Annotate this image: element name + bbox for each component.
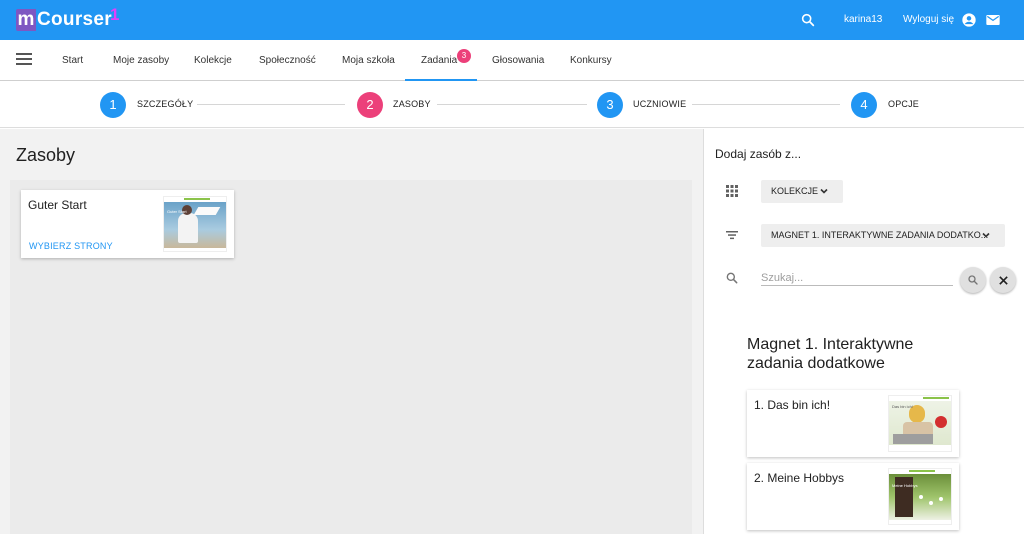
- add-resource-pane: Dodaj zasób z... KOLEKCJE MAGNET 1. INTE…: [703, 129, 1024, 534]
- collection-item-card[interactable]: 2. Meine Hobbys Meine Hobbys: [747, 463, 959, 530]
- collection-title: Magnet 1. Interaktywne zadania dodatkowe: [747, 336, 914, 372]
- logout-link[interactable]: Wyloguj się: [903, 14, 954, 25]
- nav-item-moja-szkola[interactable]: Moja szkoła: [342, 40, 395, 81]
- step-2-label[interactable]: ZASOBY: [393, 99, 431, 109]
- app-logo[interactable]: m Courser 1: [16, 5, 119, 31]
- step-3-label[interactable]: UCZNIOWIE: [633, 99, 686, 109]
- collection-item-title: 2. Meine Hobbys: [754, 471, 845, 485]
- zadania-count-badge: 3: [457, 49, 471, 63]
- search-icon: [968, 275, 978, 285]
- collection-item-card[interactable]: 1. Das bin ich! Das bin ich!: [747, 390, 959, 457]
- top-app-bar: m Courser 1 karina13 Wyloguj się: [0, 0, 1024, 40]
- assignment-stepper: 1 SZCZEGÓŁY 2 ZASOBY 3 UCZNIOWIE 4 OPCJE: [0, 82, 1024, 128]
- resource-card-title: Guter Start: [28, 198, 87, 212]
- mail-icon[interactable]: [983, 10, 1003, 30]
- resource-thumbnail: Guter Start: [163, 196, 227, 252]
- thumbnail-caption: Meine Hobbys: [892, 483, 918, 488]
- search-icon[interactable]: [798, 10, 818, 30]
- chevron-down-icon: [820, 188, 828, 194]
- nav-item-zadania-label: Zadania: [421, 55, 458, 66]
- add-resource-heading: Dodaj zasób z...: [715, 147, 802, 161]
- nav-item-kolekcje[interactable]: Kolekcje: [194, 40, 232, 81]
- search-icon: [725, 271, 741, 287]
- resource-card[interactable]: Guter Start WYBIERZ STRONY Guter Start: [21, 190, 234, 258]
- nav-item-glosowania[interactable]: Głosowania: [492, 40, 544, 81]
- resource-search-input[interactable]: [761, 270, 953, 286]
- account-circle-icon[interactable]: [959, 10, 979, 30]
- step-4-label[interactable]: OPCJE: [888, 99, 919, 109]
- step-4-circle[interactable]: 4: [851, 92, 877, 118]
- step-3-circle[interactable]: 3: [597, 92, 623, 118]
- main-navigation: Start Moje zasoby Kolekcje Społeczność M…: [0, 40, 1024, 81]
- step-2-circle[interactable]: 2: [357, 92, 383, 118]
- nav-item-moje-zasoby[interactable]: Moje zasoby: [113, 40, 169, 81]
- collection-item-thumbnail: Das bin ich!: [888, 395, 952, 452]
- step-1-circle[interactable]: 1: [100, 92, 126, 118]
- source-dropdown[interactable]: KOLEKCJE: [761, 180, 843, 203]
- page-title: Zasoby: [16, 145, 76, 165]
- source-dropdown-value: KOLEKCJE: [771, 186, 819, 196]
- logo-name: Courser: [37, 9, 112, 30]
- logo-letter: m: [16, 9, 36, 31]
- collection-item-title: 1. Das bin ich!: [754, 398, 831, 412]
- close-icon: [998, 275, 1008, 285]
- resources-pane: Zasoby Guter Start WYBIERZ STRONY Guter …: [0, 129, 703, 534]
- search-underline: [761, 285, 953, 286]
- clear-search-button[interactable]: [990, 267, 1016, 293]
- nav-item-start[interactable]: Start: [62, 40, 83, 81]
- collection-filter-dropdown[interactable]: MAGNET 1. INTERAKTYWNE ZADANIA DODATKO..…: [761, 224, 1005, 247]
- chevron-down-icon: [982, 232, 990, 238]
- thumbnail-caption: Guter Start: [167, 209, 187, 214]
- nav-item-konkursy[interactable]: Konkursy: [570, 40, 612, 81]
- step-connector: [437, 104, 587, 105]
- menu-icon[interactable]: [16, 53, 32, 67]
- username-label[interactable]: karina13: [844, 14, 882, 25]
- step-connector: [692, 104, 840, 105]
- choose-pages-button[interactable]: WYBIERZ STRONY: [29, 241, 113, 251]
- apps-icon: [725, 184, 741, 200]
- nav-item-spolecznosc[interactable]: Społeczność: [259, 40, 316, 81]
- collection-item-thumbnail: Meine Hobbys: [888, 468, 952, 525]
- collection-filter-value: MAGNET 1. INTERAKTYWNE ZADANIA DODATKO..…: [771, 230, 989, 240]
- step-1-label[interactable]: SZCZEGÓŁY: [137, 99, 193, 109]
- step-connector: [197, 104, 345, 105]
- logo-superscript: 1: [110, 5, 120, 24]
- filter-list-icon: [725, 228, 741, 244]
- thumbnail-caption: Das bin ich!: [892, 404, 913, 409]
- search-button[interactable]: [960, 267, 986, 293]
- selected-resources-area: Guter Start WYBIERZ STRONY Guter Start: [10, 180, 692, 534]
